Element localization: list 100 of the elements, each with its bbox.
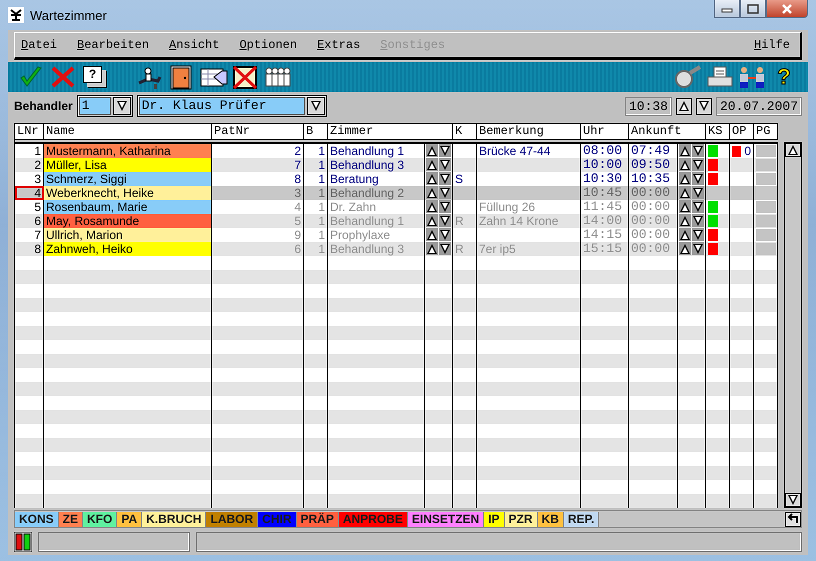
up-arrow-button[interactable]: [426, 158, 438, 171]
category-tag[interactable]: ANPROBE: [338, 512, 408, 526]
toolbar-button[interactable]: ?: [82, 64, 110, 90]
down-arrow-button[interactable]: [439, 228, 451, 241]
app-icon: [8, 7, 24, 23]
down-arrow-button[interactable]: [696, 98, 712, 114]
minimize-button[interactable]: [714, 0, 740, 18]
down-arrow-button[interactable]: [439, 242, 451, 255]
column-header[interactable]: PG: [754, 123, 778, 140]
menu-item[interactable]: Hilfe: [754, 36, 790, 54]
up-arrow-button[interactable]: [679, 186, 691, 199]
maximize-button[interactable]: [740, 0, 766, 18]
up-arrow-button[interactable]: [676, 98, 692, 114]
up-arrow-button[interactable]: [426, 242, 438, 255]
pg-field: [756, 145, 776, 157]
category-tag[interactable]: K.BRUCH: [142, 512, 206, 526]
down-arrow-button[interactable]: [692, 186, 704, 199]
category-tag[interactable]: PRÄP: [296, 512, 339, 526]
down-arrow-button[interactable]: [439, 144, 451, 157]
table-cell: Schmerz, Siggi: [44, 172, 212, 186]
table-cell: Mustermann, Katharina: [44, 144, 212, 158]
menu-item[interactable]: Datei: [21, 36, 58, 54]
table-cell: May, Rosamunde: [44, 214, 212, 228]
up-arrow-button[interactable]: [679, 242, 691, 255]
category-tag[interactable]: IP: [484, 512, 505, 526]
behandler-dropdown[interactable]: Dr. Klaus Prüfer: [136, 95, 327, 117]
behandler-label: Behandler: [14, 99, 73, 113]
op-count: 0: [744, 144, 751, 158]
category-tag[interactable]: REP.: [564, 512, 600, 526]
column-header[interactable]: LNr: [15, 123, 44, 140]
window-title: Wartezimmer: [30, 8, 107, 22]
column-header[interactable]: Zimmer: [328, 123, 453, 140]
down-arrow-button[interactable]: [692, 214, 704, 227]
column-header[interactable]: Uhr: [581, 123, 629, 140]
pg-field: [756, 159, 776, 171]
down-arrow-button[interactable]: [785, 493, 801, 507]
down-arrow-button[interactable]: [439, 172, 451, 185]
menu-item[interactable]: Optionen: [239, 36, 298, 54]
up-arrow-button[interactable]: [426, 186, 438, 199]
category-tag[interactable]: KB: [538, 512, 564, 526]
menu-item[interactable]: Bearbeiten: [77, 36, 150, 54]
dentist-chair-icon: [136, 64, 164, 90]
toolbar-button[interactable]: [738, 64, 766, 90]
up-arrow-button[interactable]: [679, 144, 691, 157]
undo-icon: [787, 513, 799, 525]
table-row[interactable]: 8 Zahnweh, Heiko 6 1 Behandlung 3 R 7er ip5 15:15 00:00: [15, 242, 778, 256]
column-header[interactable]: Name: [44, 123, 212, 140]
scrollbar[interactable]: [784, 142, 802, 508]
up-arrow-button[interactable]: [679, 200, 691, 213]
down-arrow-button[interactable]: [439, 158, 451, 171]
column-header[interactable]: Bemerkung: [477, 123, 581, 140]
down-arrow-button[interactable]: [692, 172, 704, 185]
category-tag[interactable]: EINSETZEN: [408, 512, 484, 526]
pg-field: [756, 229, 776, 241]
up-arrow-button[interactable]: [426, 200, 438, 213]
people-icon: [264, 64, 292, 90]
column-header[interactable]: OP: [730, 123, 754, 140]
down-arrow-button[interactable]: [439, 214, 451, 227]
category-tag[interactable]: PA: [117, 512, 142, 526]
up-arrow-button[interactable]: [679, 228, 691, 241]
category-tag[interactable]: KFO: [83, 512, 118, 526]
column-header[interactable]: B: [304, 123, 328, 140]
undo-button[interactable]: [785, 512, 801, 526]
category-tag[interactable]: LABOR: [206, 512, 258, 526]
category-tag[interactable]: PZR: [504, 512, 538, 526]
column-header[interactable]: K: [453, 123, 477, 140]
up-arrow-button[interactable]: [679, 214, 691, 227]
column-header[interactable]: Ankunft: [629, 123, 706, 140]
up-arrow-button[interactable]: [679, 158, 691, 171]
down-arrow-button[interactable]: [692, 200, 704, 213]
up-arrow-button[interactable]: [426, 172, 438, 185]
up-arrow-button[interactable]: [426, 144, 438, 157]
printer-icon: [706, 64, 734, 90]
table-row[interactable]: 4 Weberknecht, Heike 3 1 Behandlung 2 10:45 00:00: [15, 186, 778, 200]
time-field: 10:38: [624, 96, 672, 116]
category-tag[interactable]: KONS: [15, 512, 59, 526]
menu-item[interactable]: Extras: [317, 36, 360, 54]
table-row[interactable]: 2 Müller, Lisa 7 1 Behandlung 3 10:00 09:50: [15, 158, 778, 172]
down-arrow-button[interactable]: [692, 242, 704, 255]
up-arrow-button[interactable]: [426, 214, 438, 227]
up-arrow-button[interactable]: [679, 172, 691, 185]
number-dropdown[interactable]: 1: [76, 95, 133, 117]
two-people-icon: [738, 64, 766, 90]
down-arrow-button[interactable]: [439, 186, 451, 199]
table-cell: Weberknecht, Heike: [44, 186, 212, 200]
table-row[interactable]: 6 May, Rosamunde 5 1 Behandlung 1 R Zahn 14 Krone 14:00 00:00: [15, 214, 778, 228]
down-arrow-button[interactable]: [692, 228, 704, 241]
menu-item[interactable]: Ansicht: [169, 36, 220, 54]
close-button[interactable]: [766, 0, 808, 18]
up-arrow-button[interactable]: [785, 143, 801, 157]
down-arrow-button[interactable]: [439, 200, 451, 213]
down-arrow-button[interactable]: [692, 144, 704, 157]
close-icon: [781, 4, 793, 14]
category-tag[interactable]: ZE: [58, 512, 84, 526]
down-arrow-button[interactable]: [692, 158, 704, 171]
column-header[interactable]: PatNr: [212, 123, 304, 140]
up-arrow-button[interactable]: [426, 228, 438, 241]
table-cell: Zahnweh, Heiko: [44, 242, 212, 256]
column-header[interactable]: KS: [706, 123, 730, 140]
toolbar-button[interactable]: [232, 64, 260, 90]
